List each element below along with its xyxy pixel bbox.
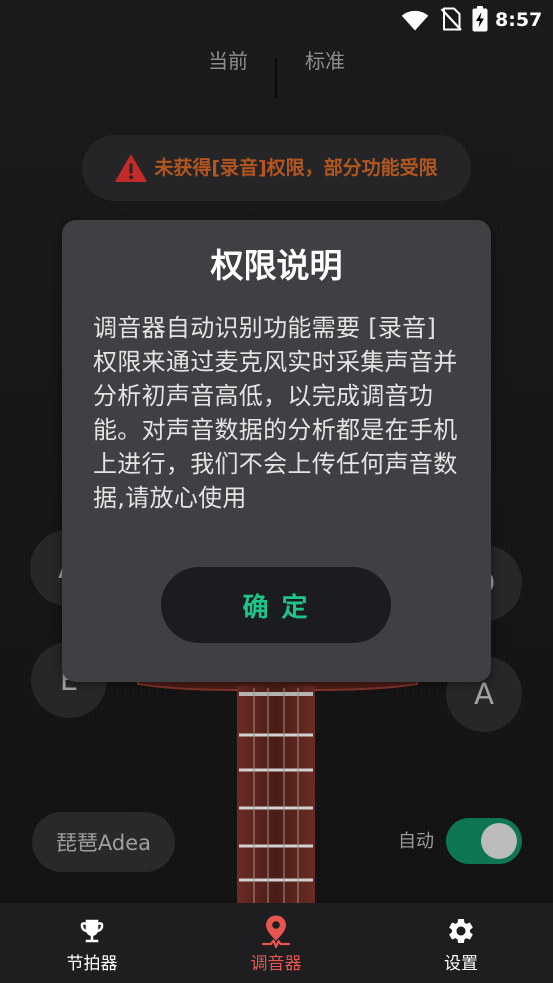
nav-item-settings[interactable]: 设置 bbox=[401, 903, 521, 983]
auto-mode-label: 自动 bbox=[398, 831, 434, 852]
tuner-pin-icon bbox=[261, 914, 291, 948]
gear-icon bbox=[446, 914, 476, 948]
tuner-screen: 8:57 当前 标准 未获得[录音]权限，部分功能受限 A 琵琶Adea 自动 … bbox=[0, 0, 553, 983]
dialog-title: 权限说明 bbox=[210, 246, 343, 285]
dialog-body: 调音器自动识别功能需要 [录音] 权限来通过麦克风实时采集声音并 分析初声音高低… bbox=[93, 311, 465, 515]
no-sim-icon bbox=[440, 7, 462, 31]
nav-label: 节拍器 bbox=[66, 954, 118, 974]
dialog-body-line: 分析初声音高低，以完成调音功 bbox=[93, 382, 434, 410]
dialog-body-line: 据,请放心使用 bbox=[93, 484, 247, 512]
tab-standard[interactable]: 标准 bbox=[285, 47, 365, 75]
tab-current[interactable]: 当前 bbox=[188, 47, 268, 75]
tab-divider bbox=[275, 58, 277, 98]
nav-item-tuner[interactable]: 调音器 bbox=[216, 903, 336, 983]
permission-dialog: 权限说明 调音器自动识别功能需要 [录音] 权限来通过麦克风实时采集声音并 分析… bbox=[62, 220, 491, 682]
warning-text: 未获得[录音]权限，部分功能受限 bbox=[154, 157, 438, 179]
auto-mode-toggle[interactable] bbox=[446, 818, 522, 864]
status-time: 8:57 bbox=[495, 9, 543, 31]
status-bar: 8:57 bbox=[0, 0, 553, 38]
dialog-body-line: 能。对声音数据的分析都是在手机 bbox=[93, 416, 458, 444]
instrument-selector-button[interactable]: 琵琶Adea bbox=[32, 812, 175, 872]
bottom-nav: 节拍器 调音器 设置 bbox=[0, 903, 553, 983]
dialog-body-line: 调音器自动识别功能需要 [录音] bbox=[93, 314, 437, 342]
dialog-body-line: 权限来通过麦克风实时采集声音并 bbox=[93, 348, 458, 376]
nav-label: 调音器 bbox=[250, 954, 302, 974]
dialog-body-line: 上进行，我们不会上传任何声音数 bbox=[93, 450, 458, 478]
trophy-icon bbox=[77, 914, 107, 948]
toggle-knob bbox=[481, 823, 517, 859]
nav-label: 设置 bbox=[444, 954, 478, 974]
nav-item-metronome[interactable]: 节拍器 bbox=[32, 903, 152, 983]
battery-charging-icon bbox=[472, 6, 488, 32]
wifi-icon bbox=[401, 9, 429, 31]
neck bbox=[237, 686, 315, 905]
warning-icon bbox=[115, 154, 147, 183]
confirm-button[interactable]: 确 定 bbox=[161, 567, 391, 643]
permission-warning-banner[interactable]: 未获得[录音]权限，部分功能受限 bbox=[82, 135, 471, 201]
